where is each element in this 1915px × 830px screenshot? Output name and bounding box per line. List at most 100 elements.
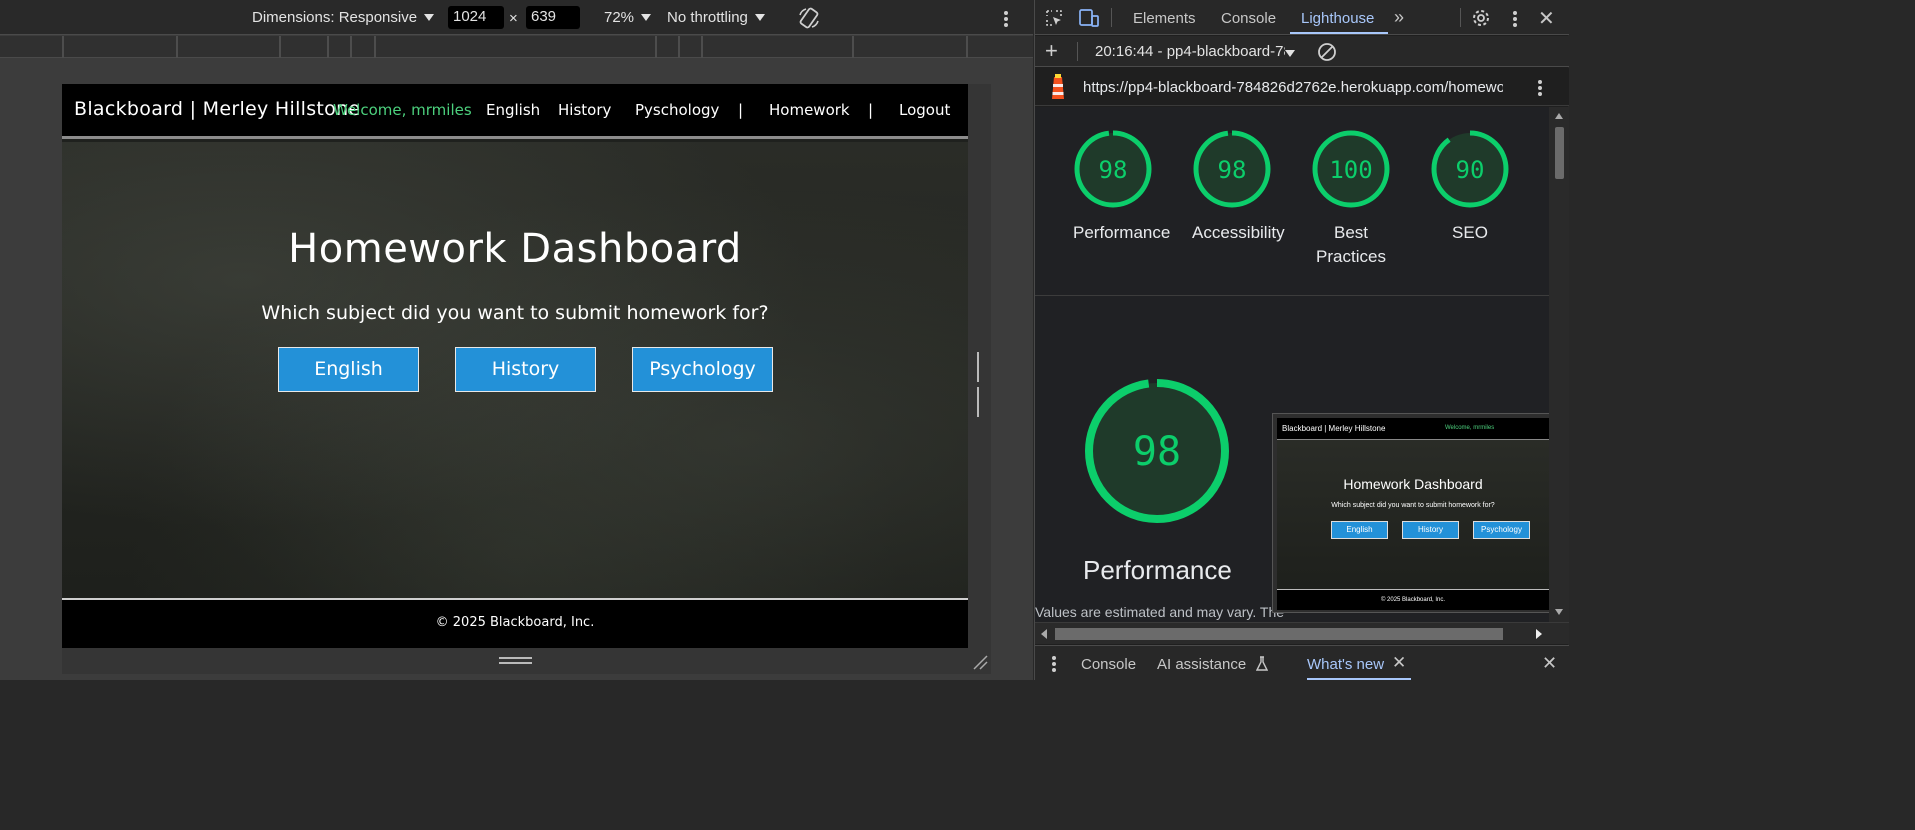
score-gauge: 90 — [1431, 130, 1509, 208]
drawer-tab-label: AI assistance — [1157, 656, 1247, 673]
scroll-right-icon[interactable] — [1536, 629, 1542, 639]
score-seo[interactable]: 90 SEO — [1430, 129, 1510, 245]
score-label: Accessibility — [1192, 223, 1285, 242]
main-score-label: Performance — [1083, 555, 1232, 585]
nav-link-history[interactable]: History — [558, 101, 611, 119]
times-sign: × — [509, 10, 518, 27]
resize-handle-bottom[interactable] — [499, 657, 532, 665]
score-gauge: 98 — [1085, 379, 1229, 523]
nav-link-homework[interactable]: Homework — [769, 101, 850, 119]
site-navbar: Blackboard | Merley Hillstone Welcome, m… — [62, 84, 968, 139]
drawer-tab-ai-assistance[interactable]: AI assistance — [1157, 656, 1269, 673]
score-gauge: 98 — [1074, 130, 1152, 208]
report-url[interactable]: https://pp4-blackboard-784826d2762e.hero… — [1083, 79, 1503, 96]
scroll-left-icon[interactable] — [1041, 629, 1047, 639]
score-label: SEO — [1452, 223, 1488, 242]
device-toolbar-icon[interactable] — [1079, 9, 1099, 27]
clear-reports-icon[interactable] — [1317, 42, 1337, 62]
close-drawer-icon[interactable]: ✕ — [1542, 653, 1557, 674]
score-performance[interactable]: 98 Performance — [1073, 129, 1171, 245]
lighthouse-logo-icon — [1052, 74, 1064, 99]
thumbnail-chalkboard — [1277, 440, 1549, 589]
score-label: Best Practices — [1316, 223, 1386, 266]
scroll-thumb[interactable] — [1055, 628, 1503, 640]
score-gauge: 100 — [1312, 130, 1390, 208]
welcome-text: Welcome, mrmiles — [333, 101, 472, 119]
site-brand[interactable]: Blackboard | Merley Hillstone — [74, 98, 360, 120]
device-toolbar: Dimensions: Responsive 1024 × 639 72% No… — [0, 0, 1033, 35]
more-tabs-chevron-icon[interactable]: » — [1394, 7, 1404, 28]
english-button[interactable]: English — [278, 347, 419, 392]
zoom-dropdown[interactable]: 72% — [604, 9, 652, 26]
report-menu-icon[interactable] — [1538, 80, 1542, 98]
new-report-plus-icon[interactable]: + — [1045, 38, 1058, 64]
thumbnail-subtitle: Which subject did you want to submit hom… — [1331, 502, 1495, 509]
nav-link-english[interactable]: English — [486, 101, 540, 119]
nav-separator: | — [738, 101, 744, 119]
dimensions-label: Dimensions: Responsive — [252, 9, 418, 26]
width-input[interactable]: 1024 — [448, 6, 504, 29]
page-title: Homework Dashboard — [288, 226, 742, 272]
lighthouse-report: 98 Performance 98 Accessibility 100 Best… — [1035, 107, 1549, 622]
tab-lighthouse[interactable]: Lighthouse — [1301, 10, 1374, 27]
media-query-ruler — [0, 36, 1033, 58]
score-accessibility[interactable]: 98 Accessibility — [1192, 129, 1285, 245]
scroll-down-icon[interactable] — [1555, 609, 1563, 615]
inspect-element-icon[interactable] — [1045, 9, 1063, 27]
caret-down-icon — [754, 14, 765, 21]
device-emulation-pane: Dimensions: Responsive 1024 × 639 72% No… — [0, 0, 1033, 680]
section-divider — [1035, 295, 1549, 296]
flask-icon — [1256, 656, 1269, 671]
score-value: 90 — [1456, 156, 1485, 184]
drawer-tab-whats-new[interactable]: What's new — [1307, 656, 1384, 673]
close-tab-icon[interactable]: ✕ — [1392, 653, 1406, 673]
thumbnail-welcome: Welcome, mrmiles — [1445, 425, 1495, 431]
page-subtitle: Which subject did you want to submit hom… — [261, 302, 769, 324]
main-performance-gauge: 98 — [1083, 377, 1231, 530]
thumbnail-brand: Blackboard | Merley Hillstone — [1282, 424, 1386, 433]
zoom-label: 72% — [604, 9, 635, 26]
caret-down-icon — [641, 14, 652, 21]
close-devtools-icon[interactable]: ✕ — [1538, 6, 1555, 31]
devtools-menu-icon[interactable] — [1513, 11, 1517, 29]
page-screenshot-thumbnail[interactable]: Blackboard | Merley Hillstone Welcome, m… — [1272, 413, 1549, 613]
more-options-icon[interactable] — [1004, 11, 1008, 29]
height-input[interactable]: 639 — [526, 6, 580, 29]
tab-elements[interactable]: Elements — [1133, 10, 1196, 27]
report-select[interactable]: 20:16:44 - pp4-blackboard-78 — [1095, 43, 1285, 60]
vertical-scrollbar[interactable] — [1549, 107, 1569, 622]
thumbnail-history-button: History — [1402, 521, 1459, 539]
drawer-menu-icon[interactable] — [1052, 656, 1056, 674]
score-best-practices[interactable]: 100 Best Practices — [1311, 129, 1391, 269]
resize-handle-right[interactable] — [977, 352, 983, 417]
drawer-tab-console[interactable]: Console — [1081, 656, 1136, 673]
score-gauge: 98 — [1193, 130, 1271, 208]
scroll-up-icon[interactable] — [1555, 113, 1563, 119]
score-value: 98 — [1099, 156, 1128, 184]
chalkboard-background: Homework Dashboard Which subject did you… — [62, 142, 968, 598]
thumbnail-psychology-button: Psychology — [1473, 521, 1530, 539]
thumbnail-english-button: English — [1331, 521, 1388, 539]
dimensions-dropdown[interactable]: Dimensions: Responsive — [252, 9, 435, 26]
resize-corner-icon[interactable] — [972, 654, 988, 670]
report-url-bar: https://pp4-blackboard-784826d2762e.hero… — [1035, 68, 1569, 106]
rotate-icon[interactable] — [798, 7, 820, 29]
nav-separator: | — [868, 101, 874, 119]
thumbnail-title: Homework Dashboard — [1343, 476, 1483, 492]
scroll-thumb[interactable] — [1555, 127, 1564, 179]
nav-link-psychology[interactable]: Pyschology — [635, 101, 719, 119]
settings-gear-icon[interactable] — [1471, 8, 1491, 28]
throttling-dropdown[interactable]: No throttling — [667, 9, 765, 26]
history-button[interactable]: History — [455, 347, 596, 392]
psychology-button[interactable]: Psychology — [632, 347, 773, 392]
caret-down-icon[interactable] — [1285, 50, 1295, 57]
thumbnail-navbar: Blackboard | Merley Hillstone Welcome, m… — [1277, 418, 1549, 440]
score-label: Performance — [1073, 223, 1171, 242]
devtools-drawer-bar: Console AI assistance What's new ✕ ✕ — [1035, 645, 1569, 680]
caret-down-icon — [424, 14, 435, 21]
nav-link-logout[interactable]: Logout — [899, 101, 950, 119]
horizontal-scrollbar[interactable] — [1035, 622, 1569, 644]
tab-console[interactable]: Console — [1221, 10, 1276, 27]
score-value: 98 — [1218, 156, 1247, 184]
devtools-panel: Elements Console Lighthouse » ✕ + 20:16:… — [1034, 0, 1569, 680]
